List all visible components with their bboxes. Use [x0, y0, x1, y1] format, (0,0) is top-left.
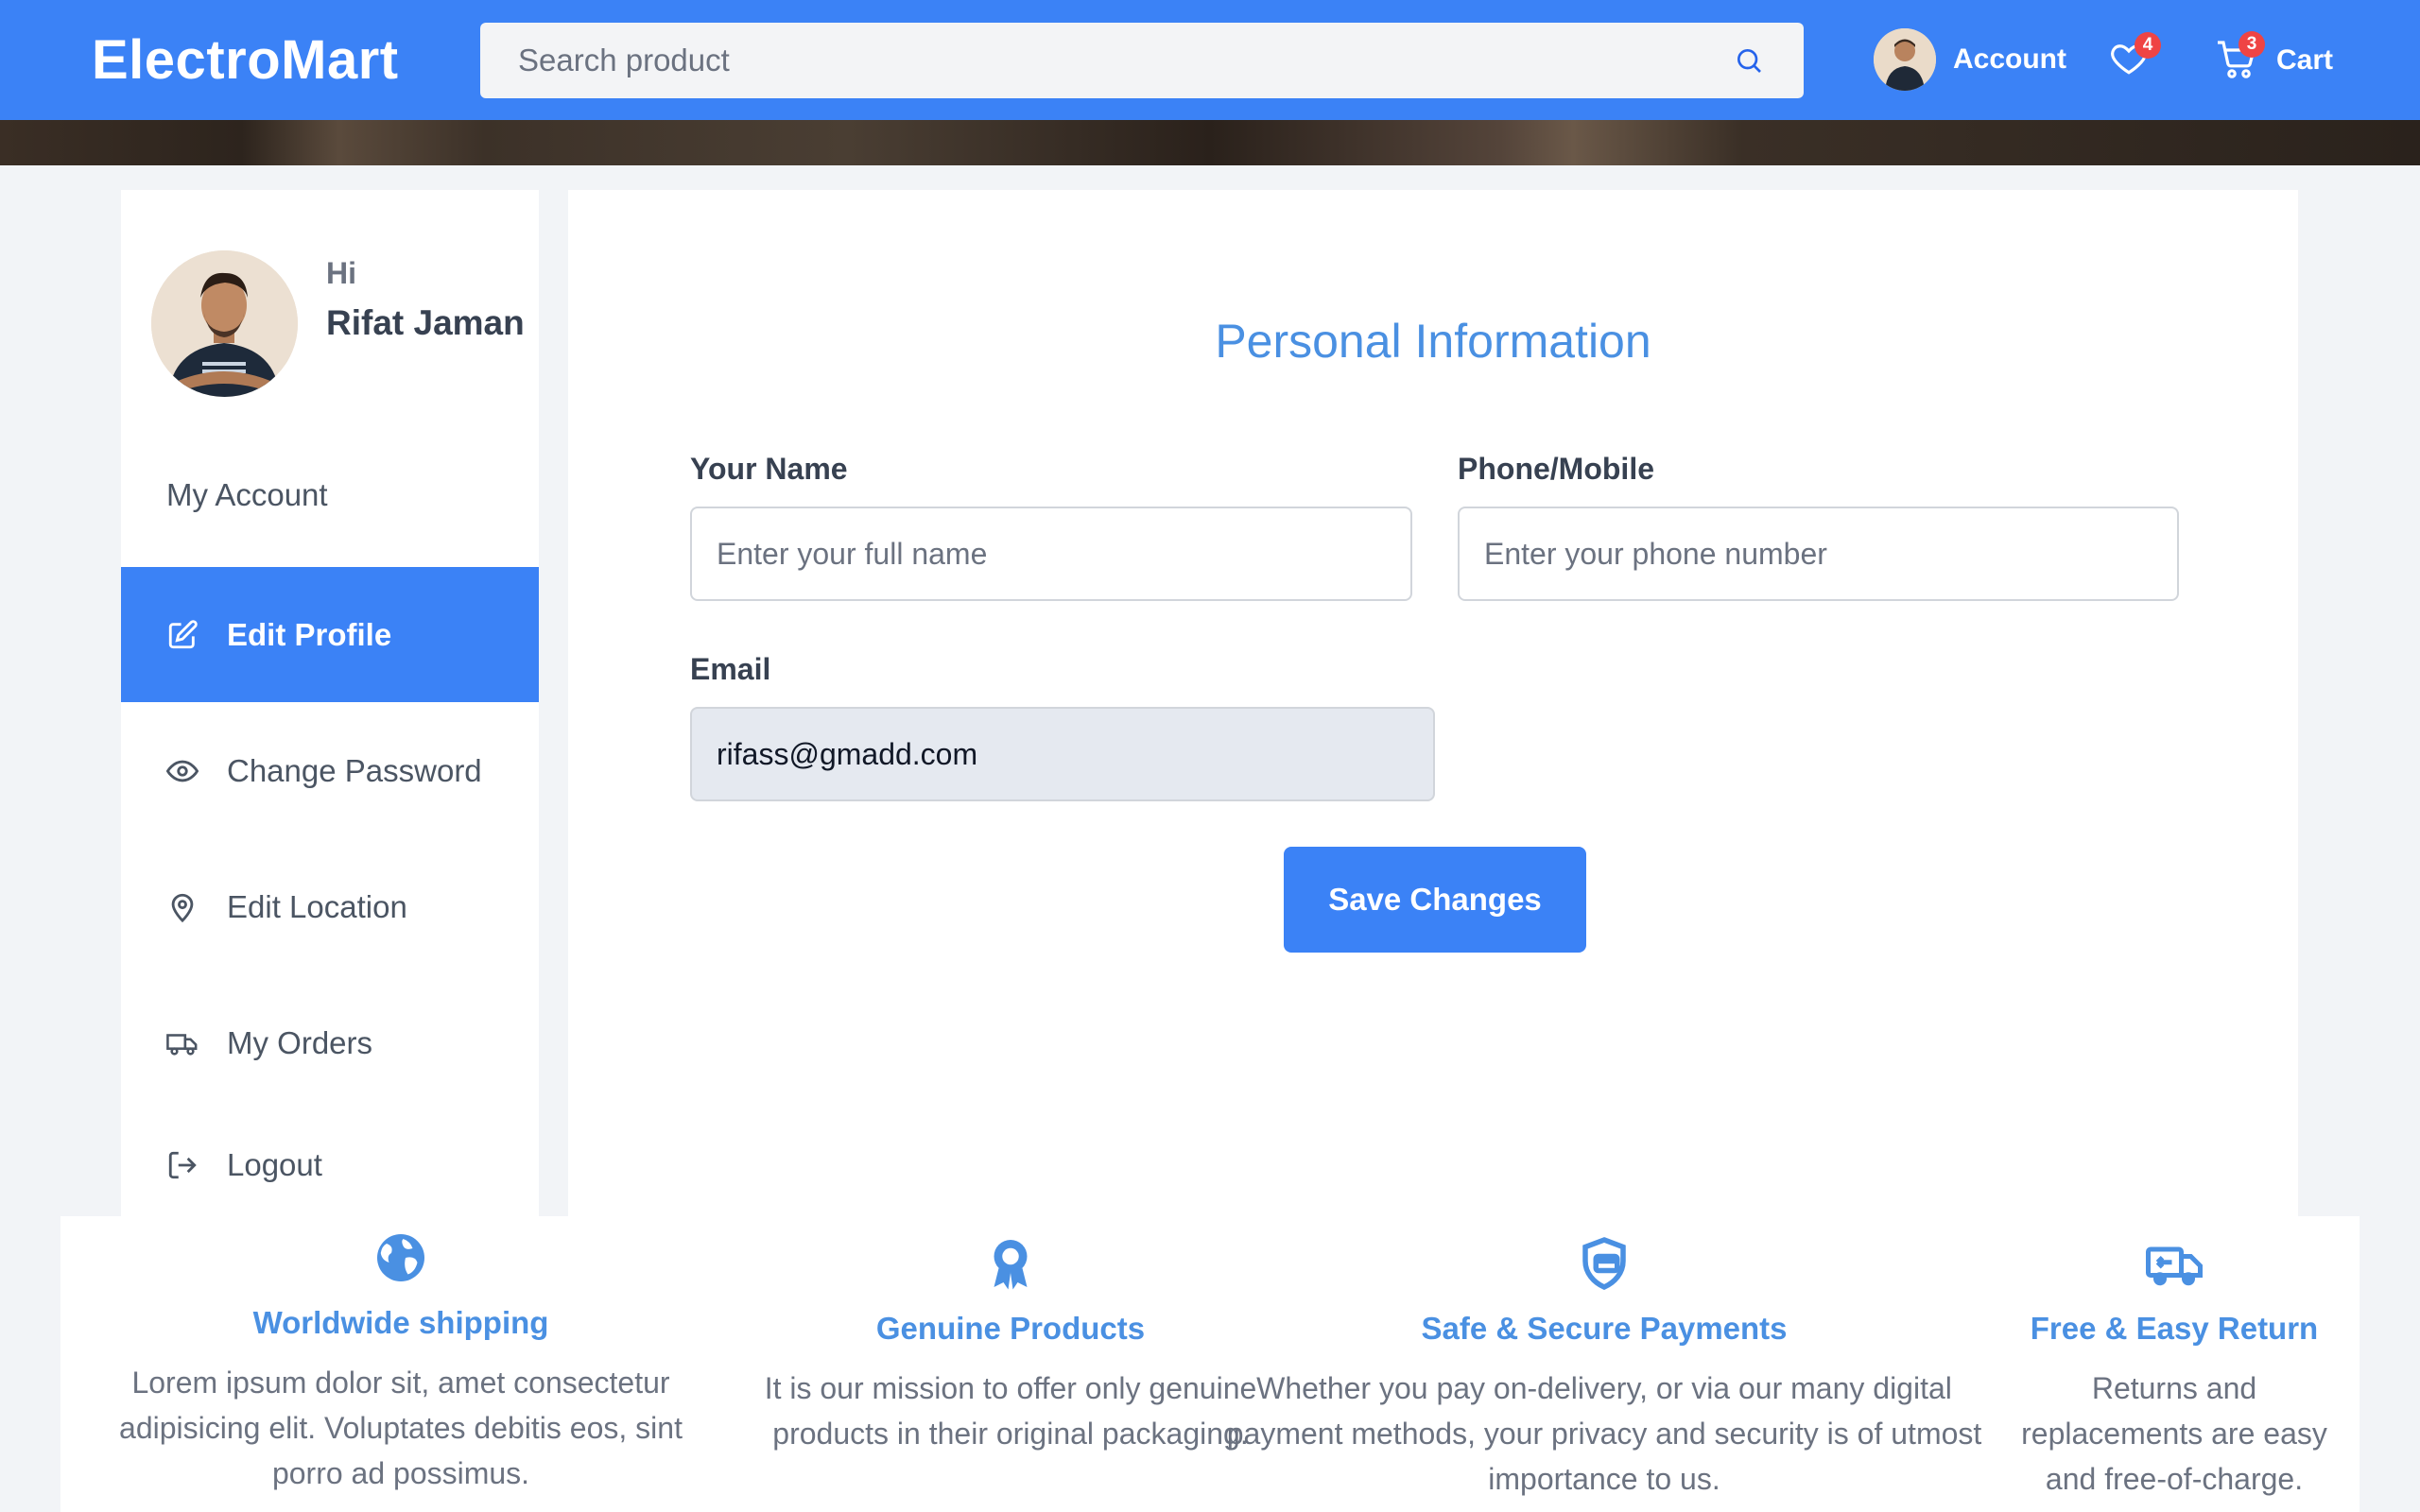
truck-icon — [166, 1033, 198, 1056]
search-bar[interactable] — [480, 23, 1804, 98]
feature-title: Free & Easy Return — [2030, 1311, 2319, 1346]
wishlist-button[interactable]: 4 — [2108, 32, 2161, 81]
feature-genuine-products: Genuine Products It is our mission to of… — [760, 1235, 1261, 1456]
page-title: Personal Information — [1215, 315, 1651, 368]
features-strip: Worldwide shipping Lorem ipsum dolor sit… — [60, 1216, 2360, 1512]
name-label: Your Name — [690, 452, 848, 486]
feature-description: Returns and replacements are easy and fr… — [2021, 1371, 2327, 1496]
award-ribbon-icon — [994, 1240, 1028, 1290]
account-label[interactable]: Account — [1953, 43, 2066, 76]
feature-title: Genuine Products — [875, 1311, 1146, 1346]
search-input[interactable] — [480, 23, 1709, 98]
personal-info-panel: Personal Information Your Name Phone/Mob… — [568, 190, 2298, 1216]
cart-link[interactable]: 3 Cart — [2214, 31, 2333, 85]
save-changes-button[interactable]: Save Changes — [1284, 847, 1586, 953]
phone-field[interactable] — [1458, 507, 2179, 601]
sidebar-item-label: Change Password — [227, 752, 482, 788]
hero-banner-strip — [0, 120, 2420, 165]
top-header: ElectroMart Account 4 3 — [0, 0, 2420, 120]
account-sidebar: Hi Rifat Jaman My Account Edit Profile C… — [121, 190, 539, 1216]
globe-icon — [377, 1234, 424, 1281]
feature-easy-return: Free & Easy Return Returns and replaceme… — [2014, 1235, 2335, 1502]
account-link[interactable]: Account — [1874, 28, 2066, 91]
profile-avatar — [151, 250, 298, 397]
return-truck-icon — [2146, 1246, 2203, 1286]
search-icon[interactable] — [1734, 45, 1764, 76]
user-name: Rifat Jaman — [326, 303, 525, 342]
feature-description: Lorem ipsum dolor sit, amet consectetur … — [119, 1366, 683, 1490]
sidebar-item-edit-profile[interactable]: Edit Profile — [121, 567, 539, 702]
feature-description: Whether you pay on-delivery, or via our … — [1226, 1371, 1982, 1496]
logout-icon — [168, 1151, 197, 1178]
site-logo[interactable]: ElectroMart — [92, 28, 399, 92]
cart-label[interactable]: Cart — [2276, 44, 2333, 77]
sidebar-item-my-orders[interactable]: My Orders — [121, 975, 539, 1110]
sidebar-item-label: Edit Profile — [227, 616, 392, 652]
eye-icon — [166, 760, 199, 782]
feature-title: Worldwide shipping — [252, 1305, 549, 1340]
email-label: Email — [690, 652, 771, 686]
name-field[interactable] — [690, 507, 1412, 601]
location-pin-icon — [171, 893, 194, 922]
sidebar-item-change-password[interactable]: Change Password — [121, 703, 539, 838]
user-photo-icon — [151, 250, 298, 397]
my-account-heading[interactable]: My Account — [166, 477, 328, 513]
wishlist-count-badge: 4 — [2135, 32, 2161, 59]
email-field[interactable] — [690, 707, 1435, 801]
avatar — [1874, 28, 1936, 91]
greeting-text: Hi — [326, 256, 356, 290]
cart-count-badge: 3 — [2238, 31, 2265, 58]
edit-icon — [168, 619, 198, 648]
feature-worldwide-shipping: Worldwide shipping Lorem ipsum dolor sit… — [98, 1229, 703, 1496]
phone-label: Phone/Mobile — [1458, 452, 1654, 486]
sidebar-item-label: Edit Location — [227, 888, 407, 924]
user-avatar-icon — [1874, 28, 1936, 91]
feature-description: It is our mission to offer only genuine … — [764, 1371, 1257, 1451]
sidebar-item-label: Logout — [227, 1146, 322, 1182]
sidebar-item-logout[interactable]: Logout — [121, 1097, 539, 1232]
feature-title: Safe & Secure Payments — [1421, 1311, 1788, 1346]
shield-card-icon — [1582, 1237, 1626, 1291]
sidebar-item-label: My Orders — [227, 1024, 373, 1060]
sidebar-item-edit-location[interactable]: Edit Location — [121, 839, 539, 974]
feature-secure-payments: Safe & Secure Payments Whether you pay o… — [1212, 1235, 1996, 1502]
